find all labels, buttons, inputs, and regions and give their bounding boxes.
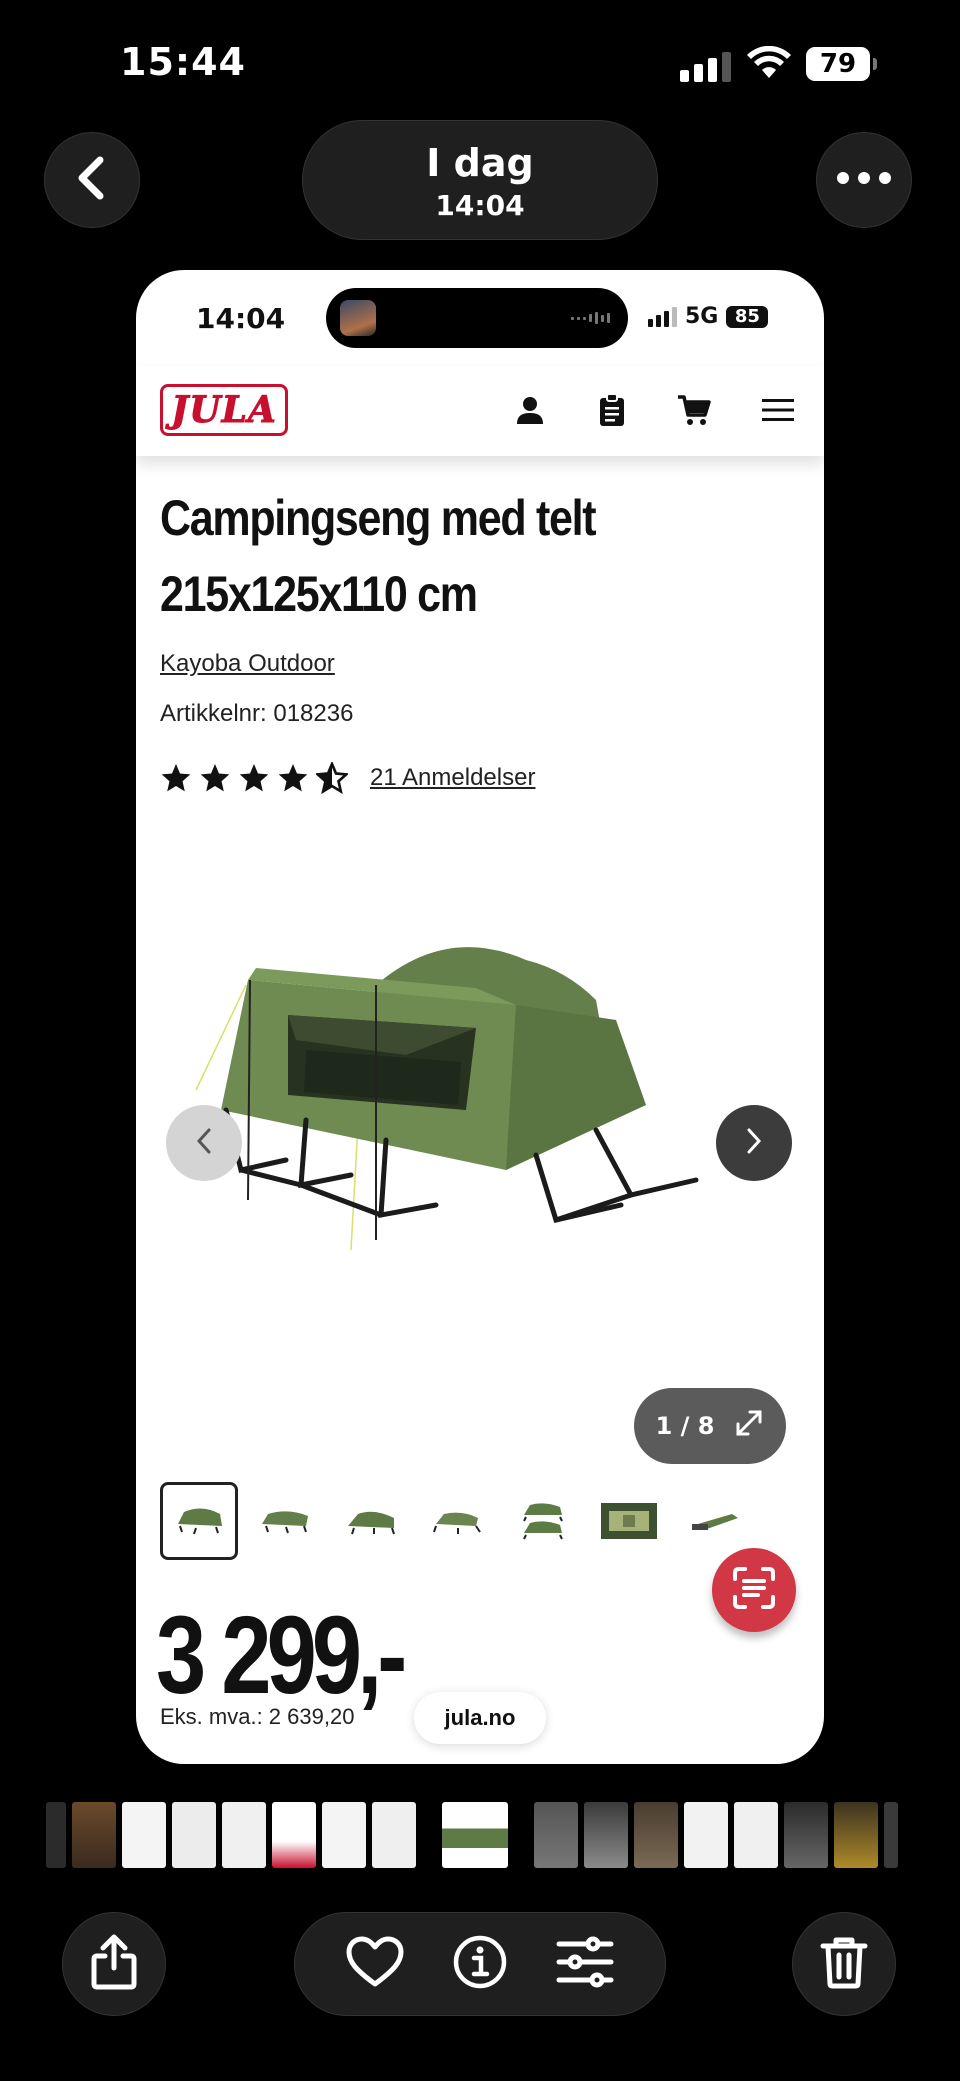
film-gap [422, 1802, 436, 1868]
share-icon [89, 1934, 139, 1995]
trash-icon [820, 1935, 868, 1994]
date-header: I dag 14:04 [302, 120, 658, 240]
audio-waveform-icon [571, 312, 610, 324]
film-thumb[interactable] [734, 1802, 778, 1868]
film-thumb[interactable] [784, 1802, 828, 1868]
brand-link[interactable]: Kayoba Outdoor [160, 650, 335, 678]
account-icon[interactable] [510, 390, 550, 430]
favorite-button[interactable] [343, 1932, 407, 1996]
thumbnail-7[interactable] [676, 1482, 754, 1560]
star-icon [200, 764, 230, 792]
film-thumb[interactable] [72, 1802, 116, 1868]
next-image-button[interactable] [716, 1105, 792, 1181]
inner-status-time: 14:04 [196, 302, 286, 335]
film-thumb-current[interactable] [442, 1802, 508, 1868]
info-icon [452, 1934, 508, 1995]
film-thumb[interactable] [684, 1802, 728, 1868]
share-button[interactable] [62, 1912, 166, 2016]
photo-actions-bar [294, 1912, 666, 2016]
thumbnail-2[interactable] [246, 1482, 324, 1560]
site-header: JULA [136, 366, 824, 456]
logo-text: JULA [171, 389, 277, 432]
film-thumb[interactable] [584, 1802, 628, 1868]
film-thumb[interactable] [884, 1802, 898, 1868]
product-title: Campingseng med telt 215x125x110 cm [160, 480, 693, 632]
star-icon [278, 764, 308, 792]
cart-icon[interactable] [674, 390, 714, 430]
thumbnail-4[interactable] [418, 1482, 496, 1560]
rating-stars [160, 762, 348, 794]
film-thumb[interactable] [222, 1802, 266, 1868]
image-counter: 1 / 8 [655, 1412, 715, 1440]
product-price: 3 299,- [156, 1594, 407, 1717]
chevron-left-icon [194, 1126, 214, 1161]
sliders-icon [555, 1936, 615, 1993]
adjust-button[interactable] [553, 1932, 617, 1996]
title-line-1: Campingseng med telt [160, 490, 597, 546]
thumbnail-1[interactable] [160, 1482, 238, 1560]
product-rating: 21 Anmeldelser [160, 762, 535, 794]
date-label: I dag [426, 141, 534, 185]
star-icon [239, 764, 269, 792]
dynamic-island [326, 288, 628, 348]
film-thumb[interactable] [634, 1802, 678, 1868]
film-thumb[interactable] [122, 1802, 166, 1868]
thumbnail-6[interactable] [590, 1482, 668, 1560]
back-button[interactable] [44, 132, 140, 228]
image-thumbnails [160, 1482, 754, 1560]
half-star-icon [316, 762, 348, 794]
chevron-right-icon [744, 1126, 764, 1161]
screenshot-image[interactable]: 14:04 5G 85 JULA Campingseng med telt 21… [136, 270, 824, 1764]
time-label: 14:04 [435, 189, 525, 222]
ellipsis-icon [836, 171, 892, 190]
now-playing-thumbnail [340, 300, 376, 336]
wifi-icon [746, 45, 792, 85]
jula-logo[interactable]: JULA [160, 384, 288, 436]
url-bar[interactable]: jula.no [414, 1692, 546, 1744]
scan-button[interactable] [712, 1548, 796, 1632]
product-image[interactable] [176, 940, 776, 1300]
thumbnail-5[interactable] [504, 1482, 582, 1560]
inner-battery-icon: 85 [726, 305, 769, 328]
menu-icon[interactable] [758, 390, 798, 430]
film-thumb[interactable] [272, 1802, 316, 1868]
cellular-signal-icon [680, 52, 731, 82]
heart-icon [346, 1936, 404, 1993]
scan-text-icon [731, 1565, 777, 1616]
price-ex-vat: Eks. mva.: 2 639,20 [160, 1704, 355, 1729]
previous-image-button[interactable] [166, 1105, 242, 1181]
shopping-list-icon[interactable] [592, 390, 632, 430]
chevron-left-icon [72, 154, 112, 207]
film-thumb[interactable] [534, 1802, 578, 1868]
film-thumb[interactable] [172, 1802, 216, 1868]
more-button[interactable] [816, 132, 912, 228]
delete-button[interactable] [792, 1912, 896, 2016]
network-type: 5G [685, 304, 719, 329]
reviews-link[interactable]: 21 Anmeldelser [370, 764, 535, 792]
film-thumb[interactable] [834, 1802, 878, 1868]
inner-signal-icon [648, 306, 677, 327]
thumbnail-3[interactable] [332, 1482, 410, 1560]
photo-filmstrip[interactable] [46, 1802, 898, 1868]
battery-icon: 79 [806, 47, 877, 81]
film-thumb[interactable] [372, 1802, 416, 1868]
film-thumb[interactable] [46, 1802, 66, 1868]
film-thumb[interactable] [322, 1802, 366, 1868]
info-button[interactable] [448, 1932, 512, 1996]
article-number: Artikkelnr: 018236 [160, 700, 354, 727]
status-time: 15:44 [120, 40, 246, 84]
inner-status-icons: 5G 85 [648, 304, 769, 329]
title-line-2: 215x125x110 cm [160, 566, 478, 622]
film-gap [514, 1802, 528, 1868]
expand-icon [734, 1408, 764, 1444]
star-icon [161, 764, 191, 792]
image-counter-button[interactable]: 1 / 8 [634, 1388, 786, 1464]
